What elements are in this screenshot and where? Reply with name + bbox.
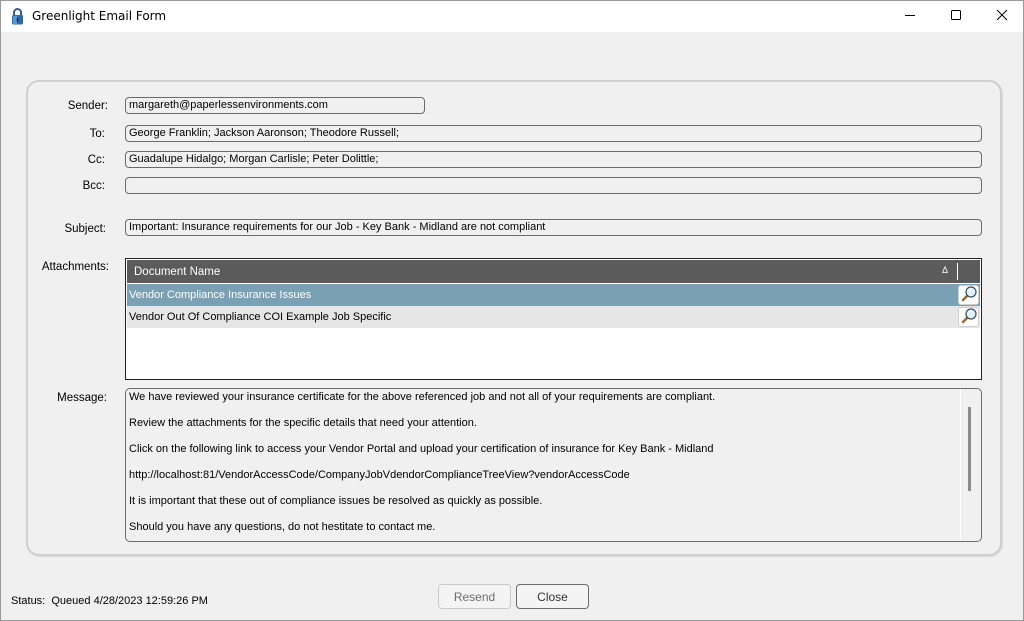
close-icon — [996, 9, 1008, 24]
maximize-button[interactable] — [933, 1, 979, 32]
minimize-icon — [904, 9, 916, 24]
attachment-row[interactable]: Vendor Compliance Insurance Issues — [127, 284, 980, 306]
message-line: We have reviewed your insurance certific… — [129, 391, 716, 403]
attachments-label: Attachments: — [41, 261, 109, 273]
cc-field[interactable]: Guadalupe Hidalgo; Morgan Carlisle; Pete… — [125, 151, 982, 168]
grid-header: Document Name Δ — [127, 260, 980, 283]
message-body[interactable]: We have reviewed your insurance certific… — [125, 388, 982, 542]
message-line: Review the attachments for the specific … — [129, 417, 477, 429]
attachments-grid: Document Name Δ Vendor Compliance Insura… — [125, 258, 982, 380]
status-value: Queued 4/28/2023 12:59:26 PM — [51, 595, 208, 607]
bcc-label: Bcc: — [82, 180, 105, 192]
magnifier-icon — [960, 285, 978, 306]
sort-ascending-icon[interactable]: Δ — [942, 265, 948, 275]
column-separator — [957, 263, 958, 280]
view-attachment-button[interactable] — [958, 307, 979, 327]
subject-field[interactable]: Important: Insurance requirements for ou… — [125, 219, 982, 236]
sender-field[interactable]: margareth@paperlessenvironments.com — [125, 97, 425, 114]
message-scrollbar-thumb[interactable] — [968, 407, 971, 491]
email-form-window: Greenlight Email Form Sender: margareth@… — [0, 0, 1024, 621]
to-label: To: — [89, 128, 105, 140]
column-header-document-name[interactable]: Document Name — [134, 266, 220, 278]
to-field[interactable]: George Franklin; Jackson Aaronson; Theod… — [125, 125, 982, 142]
magnifier-icon — [960, 307, 978, 328]
attachment-row[interactable]: Vendor Out Of Compliance COI Example Job… — [127, 306, 980, 328]
status-label: Status: — [11, 595, 46, 607]
message-line: Should you have any questions, do not he… — [129, 521, 436, 533]
attachment-name: Vendor Out Of Compliance COI Example Job… — [129, 311, 392, 323]
bcc-field[interactable] — [125, 177, 982, 194]
attachment-name: Vendor Compliance Insurance Issues — [129, 289, 312, 301]
message-link[interactable]: http://localhost:81/VendorAccessCode/Com… — [129, 469, 630, 481]
status-bar: Status: Queued 4/28/2023 12:59:26 PM — [11, 595, 208, 607]
message-label: Message: — [57, 392, 107, 404]
message-scrollbar-track — [960, 389, 961, 541]
title-bar[interactable]: Greenlight Email Form — [1, 1, 1023, 32]
padlock-icon — [11, 8, 24, 25]
window-title: Greenlight Email Form — [32, 9, 167, 23]
message-line: Click on the following link to access yo… — [129, 443, 714, 455]
view-attachment-button[interactable] — [958, 285, 979, 305]
sender-label: Sender: — [67, 100, 108, 112]
minimize-button[interactable] — [887, 1, 933, 32]
resend-button[interactable]: Resend — [438, 584, 511, 609]
close-window-button[interactable] — [979, 1, 1024, 32]
maximize-icon — [950, 9, 962, 24]
close-button[interactable]: Close — [516, 584, 589, 609]
cc-label: Cc: — [87, 154, 105, 166]
subject-label: Subject: — [64, 223, 106, 235]
message-line: It is important that these out of compli… — [129, 495, 543, 507]
